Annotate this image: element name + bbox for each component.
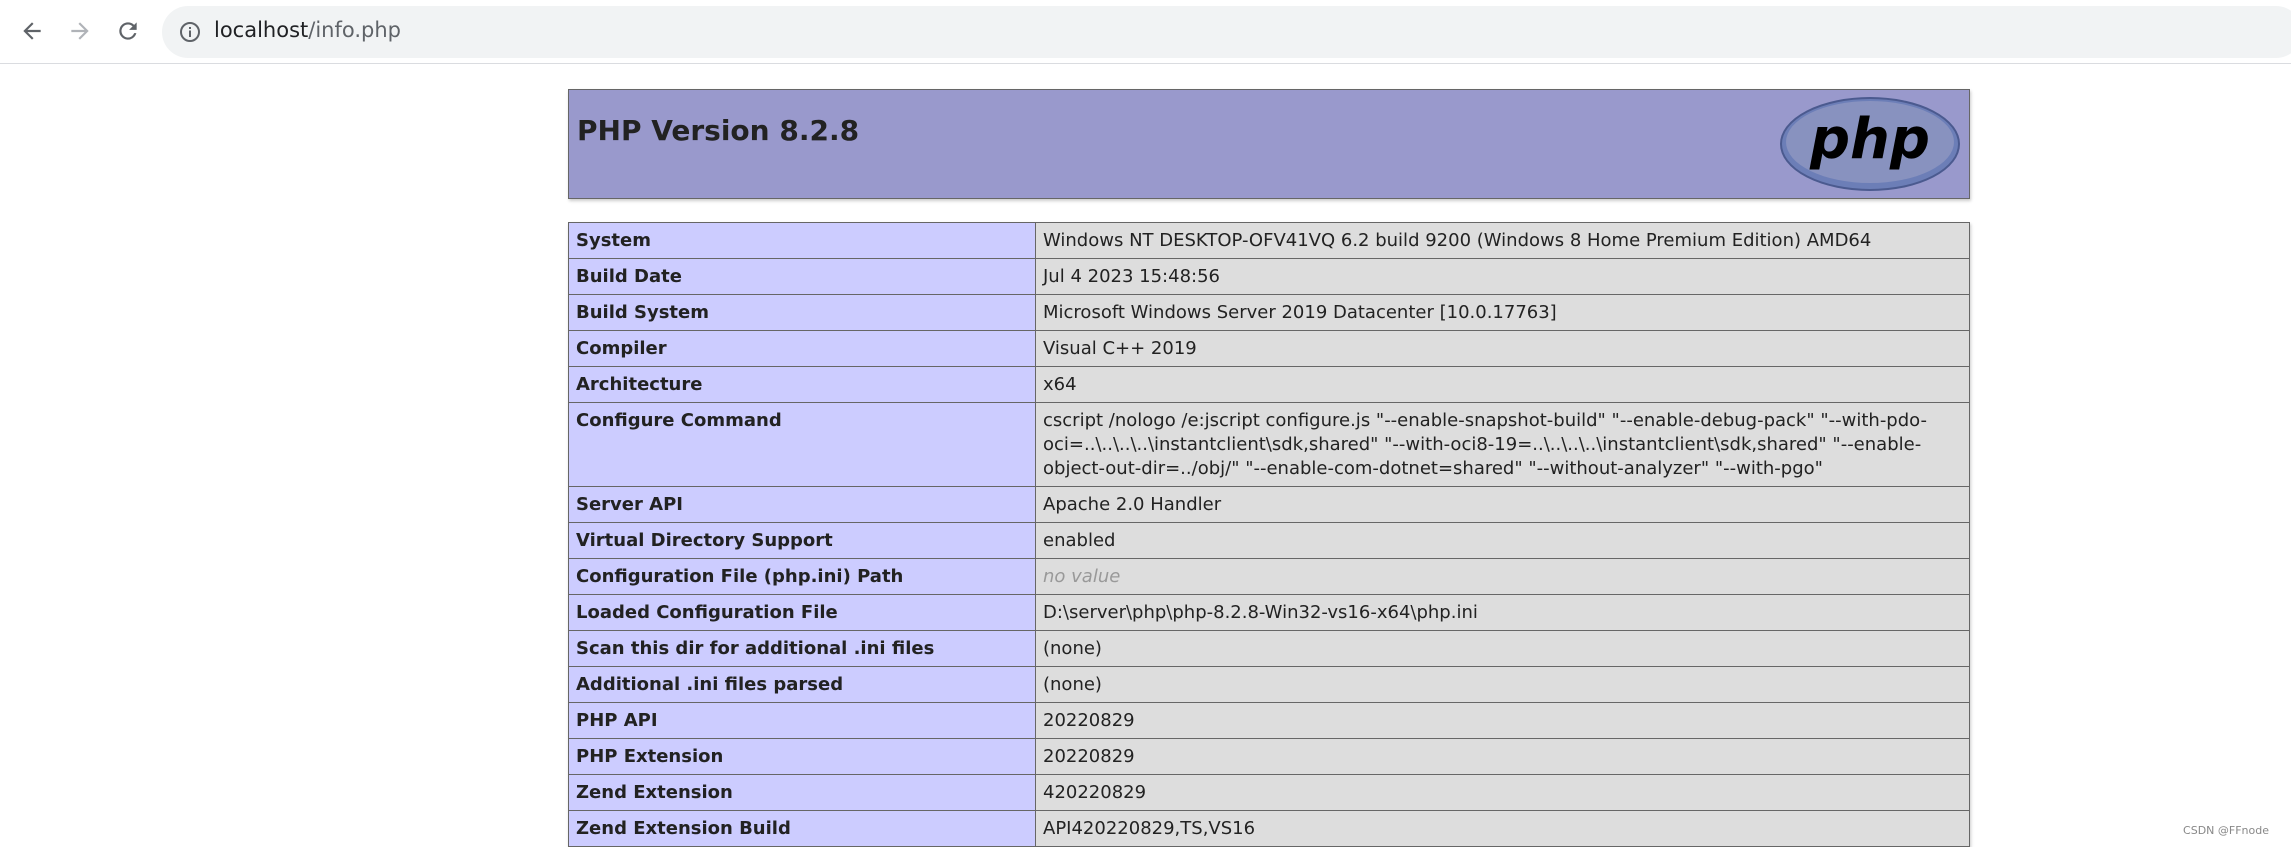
url-path: /info.php: [308, 18, 402, 42]
reload-icon: [119, 22, 137, 40]
row-label: Scan this dir for additional .ini files: [568, 630, 1036, 667]
row-value: Windows NT DESKTOP-OFV41VQ 6.2 build 920…: [1035, 222, 1970, 259]
url-text[interactable]: localhost/info.php: [214, 18, 401, 42]
watermark: CSDN @FFnode: [2183, 824, 2269, 837]
table-row: Loaded Configuration File D:\server\php\p…: [568, 594, 1970, 631]
row-value: no value: [1035, 558, 1970, 595]
row-label: Architecture: [568, 366, 1036, 403]
back-arrow-icon: [23, 22, 41, 40]
row-value: 20220829: [1035, 738, 1970, 775]
reload-button[interactable]: [107, 10, 149, 52]
php-logo[interactable]: php: [1779, 96, 1961, 192]
row-label: Build System: [568, 294, 1036, 331]
row-value: 420220829: [1035, 774, 1970, 811]
row-label: Loaded Configuration File: [568, 594, 1036, 631]
row-label: PHP Extension: [568, 738, 1036, 775]
info-icon[interactable]: [178, 20, 202, 44]
row-value: x64: [1035, 366, 1970, 403]
row-label: Zend Extension: [568, 774, 1036, 811]
row-label: Build Date: [568, 258, 1036, 295]
table-row: Architecture x64: [568, 366, 1970, 403]
table-row: Virtual Directory Support enabled: [568, 522, 1970, 559]
table-row: Zend Extension 420220829: [568, 774, 1970, 811]
back-button[interactable]: [11, 10, 53, 52]
table-row: Build Date Jul 4 2023 15:48:56: [568, 258, 1970, 295]
row-value: 20220829: [1035, 702, 1970, 739]
table-row: Configure Command cscript /nologo /e:jscr…: [568, 402, 1970, 487]
table-row: System Windows NT DESKTOP-OFV41VQ 6.2 bui…: [568, 222, 1970, 259]
table-row: PHP Extension 20220829: [568, 738, 1970, 775]
php-logo-text: php: [1809, 107, 1930, 172]
row-value: (none): [1035, 666, 1970, 703]
table-row: Scan this dir for additional .ini files(…: [568, 630, 1970, 667]
url-host: localhost: [214, 18, 309, 42]
table-row: Additional .ini files parsed (none): [568, 666, 1970, 703]
forward-button[interactable]: [59, 10, 101, 52]
table-row: Build System Microsoft Windows Server 201…: [568, 294, 1970, 331]
row-label: Virtual Directory Support: [568, 522, 1036, 559]
row-label: Configure Command: [568, 402, 1036, 487]
forward-arrow-icon: [71, 22, 89, 40]
page-title: PHP Version 8.2.8: [577, 114, 860, 147]
table-row: Configuration File (php.ini) Path no valu…: [568, 558, 1970, 595]
phpinfo-page: PHP Version 8.2.8 php System Windows NT D…: [568, 89, 1970, 847]
table-row: Server API Apache 2.0 Handler: [568, 486, 1970, 523]
row-value: Apache 2.0 Handler: [1035, 486, 1970, 523]
row-label: System: [568, 222, 1036, 259]
table-row: PHP API 20220829: [568, 702, 1970, 739]
table-row: Zend Extension Build API420220829,TS,VS16: [568, 810, 1970, 847]
row-label: PHP API: [568, 702, 1036, 739]
table-row: Compiler Visual C++ 2019: [568, 330, 1970, 367]
row-value: enabled: [1035, 522, 1970, 559]
row-value: Visual C++ 2019: [1035, 330, 1970, 367]
row-label: Server API: [568, 486, 1036, 523]
row-value: (none): [1035, 630, 1970, 667]
address-bar[interactable]: localhost/info.php: [162, 6, 2291, 58]
row-value: D:\server\php\php-8.2.8-Win32-vs16-x64\p…: [1035, 594, 1970, 631]
row-label: Configuration File (php.ini) Path: [568, 558, 1036, 595]
browser-toolbar: localhost/info.php: [0, 0, 2291, 64]
row-value: Microsoft Windows Server 2019 Datacenter…: [1035, 294, 1970, 331]
info-table: System Windows NT DESKTOP-OFV41VQ 6.2 bui…: [568, 222, 1970, 847]
row-value: Jul 4 2023 15:48:56: [1035, 258, 1970, 295]
row-label: Compiler: [568, 330, 1036, 367]
row-label: Additional .ini files parsed: [568, 666, 1036, 703]
row-value: API420220829,TS,VS16: [1035, 810, 1970, 847]
row-label: Zend Extension Build: [568, 810, 1036, 847]
php-version-header: PHP Version 8.2.8 php: [568, 89, 1970, 199]
row-value: cscript /nologo /e:jscript configure.js …: [1035, 402, 1970, 487]
